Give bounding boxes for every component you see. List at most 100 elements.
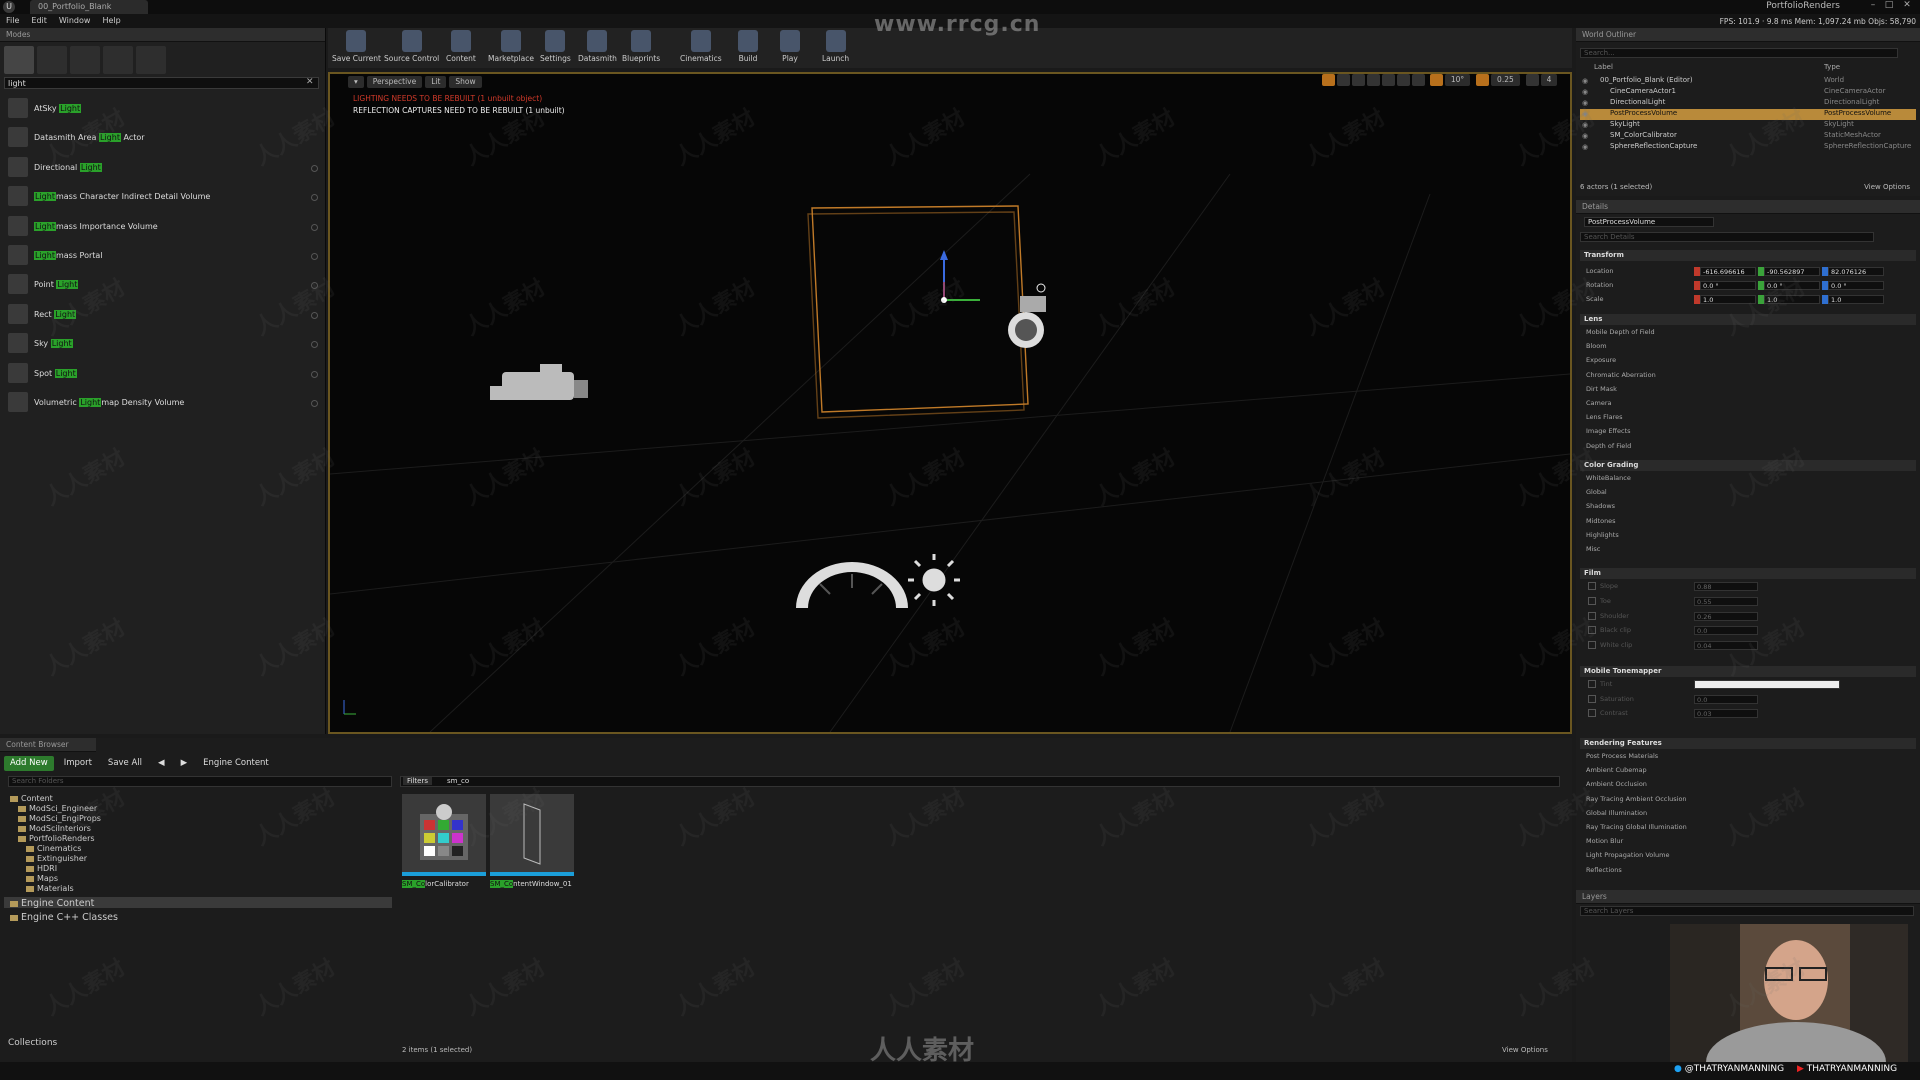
info-icon[interactable]	[311, 341, 318, 349]
actor-item[interactable]: Lightmass Portal	[4, 241, 322, 269]
visibility-eye-icon[interactable]: ◉	[1582, 77, 1588, 85]
modes-tab[interactable]: Modes	[0, 28, 325, 42]
override-checkbox[interactable]	[1588, 582, 1596, 590]
folder-item[interactable]: Engine Content	[10, 898, 94, 909]
folder-search-input[interactable]: Search Folders	[8, 776, 392, 787]
folder-item[interactable]: Extinguisher	[26, 854, 87, 863]
foliage-mode-icon[interactable]	[103, 46, 133, 74]
asset-search-input[interactable]: sm_co	[447, 777, 469, 785]
location-z-field[interactable]: 82.076126	[1828, 267, 1884, 276]
outliner-row[interactable]: ◉ CineCameraActor1 CineCameraActor	[1580, 87, 1916, 98]
toolbar-button[interactable]: Source Control	[384, 30, 439, 63]
info-icon[interactable]	[311, 223, 318, 231]
toolbar-button[interactable]: Play	[780, 30, 800, 63]
maximize-button[interactable]: □	[1882, 0, 1896, 12]
property-label[interactable]: White clip	[1600, 641, 1632, 649]
details-search-input[interactable]: Search Details	[1580, 232, 1874, 242]
property-label[interactable]: Shoulder	[1600, 612, 1629, 620]
property-label[interactable]: Ambient Cubemap	[1586, 766, 1647, 774]
property-label[interactable]: Global	[1586, 488, 1607, 496]
info-icon[interactable]	[311, 194, 318, 202]
grid-snap-icon[interactable]	[1397, 74, 1410, 86]
save-all-button[interactable]: Save All	[102, 756, 148, 771]
reflection-capture-icon[interactable]	[1008, 283, 1046, 348]
close-button[interactable]: ✕	[1900, 0, 1914, 12]
paint-mode-icon[interactable]	[37, 46, 67, 74]
scale-icon[interactable]	[1352, 74, 1365, 86]
actor-item[interactable]: Volumetric Lightmap Density Volume	[4, 388, 322, 416]
actor-item[interactable]: Lightmass Character Indirect Detail Volu…	[4, 182, 322, 210]
toolbar-button[interactable]: Content	[446, 30, 476, 63]
camera-speed-icon[interactable]	[1525, 74, 1539, 86]
property-label[interactable]: Black clip	[1600, 626, 1631, 634]
film-value-field[interactable]: 0.88	[1694, 582, 1758, 591]
property-label[interactable]: Saturation	[1600, 695, 1634, 703]
property-label[interactable]: Bloom	[1586, 342, 1607, 350]
property-label[interactable]: Midtones	[1586, 517, 1616, 525]
add-new-button[interactable]: Add New	[4, 756, 54, 771]
menu-edit[interactable]: Edit	[25, 14, 53, 25]
rotation-x-field[interactable]: 0.0 °	[1700, 281, 1756, 290]
property-label[interactable]: Camera	[1586, 399, 1612, 407]
visibility-eye-icon[interactable]: ◉	[1582, 143, 1588, 151]
menu-help[interactable]: Help	[96, 14, 126, 25]
property-label[interactable]: Dirt Mask	[1586, 385, 1617, 393]
scale-snap-icon[interactable]	[1476, 74, 1490, 86]
actor-item[interactable]: AtSky Light	[4, 94, 322, 122]
property-label[interactable]: Location	[1586, 267, 1614, 275]
property-label[interactable]: Slope	[1600, 582, 1618, 590]
rotate-icon[interactable]	[1337, 74, 1350, 86]
property-label[interactable]: Shadows	[1586, 502, 1615, 510]
property-label[interactable]: Tint	[1600, 680, 1612, 688]
tonemapper-value-field[interactable]: 0.03	[1694, 709, 1758, 719]
outliner-row[interactable]: ◉ 00_Portfolio_Blank (Editor) World	[1580, 76, 1916, 87]
perspective-button[interactable]: Perspective	[366, 76, 423, 88]
property-label[interactable]: Motion Blur	[1586, 837, 1623, 845]
film-value-field[interactable]: 0.26	[1694, 611, 1758, 621]
label-column[interactable]: Label	[1594, 63, 1613, 71]
path-breadcrumb[interactable]: Engine Content	[197, 756, 275, 771]
cine-camera-icon[interactable]	[490, 364, 588, 400]
toolbar-button[interactable]: Cinematics	[680, 30, 722, 63]
film-value-field[interactable]: 0.55	[1694, 596, 1758, 606]
viewport-menu-button[interactable]: ▾	[348, 76, 364, 88]
override-checkbox[interactable]	[1588, 709, 1596, 718]
rotation-z-field[interactable]: 0.0 °	[1828, 281, 1884, 290]
property-label[interactable]: WhiteBalance	[1586, 474, 1631, 482]
property-label[interactable]: Toe	[1600, 597, 1611, 605]
translate-icon[interactable]	[1322, 74, 1335, 86]
lit-button[interactable]: Lit	[425, 76, 447, 88]
property-label[interactable]: Light Propagation Volume	[1586, 851, 1670, 859]
property-label[interactable]: Depth of Field	[1586, 442, 1631, 450]
scale-snap-value[interactable]: 0.25	[1491, 74, 1520, 86]
rotation-snap-icon[interactable]	[1429, 74, 1443, 86]
tonemapper-value-field[interactable]: 0.0	[1694, 694, 1758, 704]
landscape-mode-icon[interactable]	[70, 46, 100, 74]
world-outliner-tab[interactable]: World Outliner	[1576, 28, 1920, 42]
toolbar-button[interactable]: Build	[738, 30, 758, 63]
film-section[interactable]: Film	[1580, 568, 1916, 579]
outliner-row[interactable]: ◉ DirectionalLight DirectionalLight	[1580, 98, 1916, 109]
transform-section[interactable]: Transform	[1580, 250, 1916, 261]
folder-item[interactable]: HDRI	[26, 864, 57, 873]
menu-file[interactable]: File	[0, 14, 25, 25]
rotation-snap-value[interactable]: 10°	[1444, 74, 1471, 86]
override-checkbox[interactable]	[1588, 596, 1596, 605]
actor-item[interactable]: Spot Light	[4, 359, 322, 387]
forward-icon[interactable]: ▶	[175, 756, 194, 771]
property-label[interactable]: Lens Flares	[1586, 413, 1623, 421]
outliner-search-input[interactable]: Search...	[1580, 48, 1898, 58]
camera-speed-value[interactable]: 4	[1540, 74, 1558, 86]
layers-tab[interactable]: Layers	[1576, 890, 1920, 904]
property-label[interactable]: Highlights	[1586, 531, 1619, 539]
back-icon[interactable]: ◀	[152, 756, 171, 771]
toolbar-button[interactable]: Launch	[822, 30, 849, 63]
content-browser-tab[interactable]: Content Browser	[0, 738, 96, 752]
location-x-field[interactable]: -616.696616	[1700, 267, 1756, 276]
override-checkbox[interactable]	[1588, 680, 1596, 688]
info-icon[interactable]	[311, 164, 318, 172]
world-local-icon[interactable]	[1367, 74, 1380, 86]
toolbar-button[interactable]: Datasmith	[578, 30, 617, 63]
info-icon[interactable]	[311, 253, 318, 260]
outliner-view-options[interactable]: View Options	[1864, 183, 1910, 191]
